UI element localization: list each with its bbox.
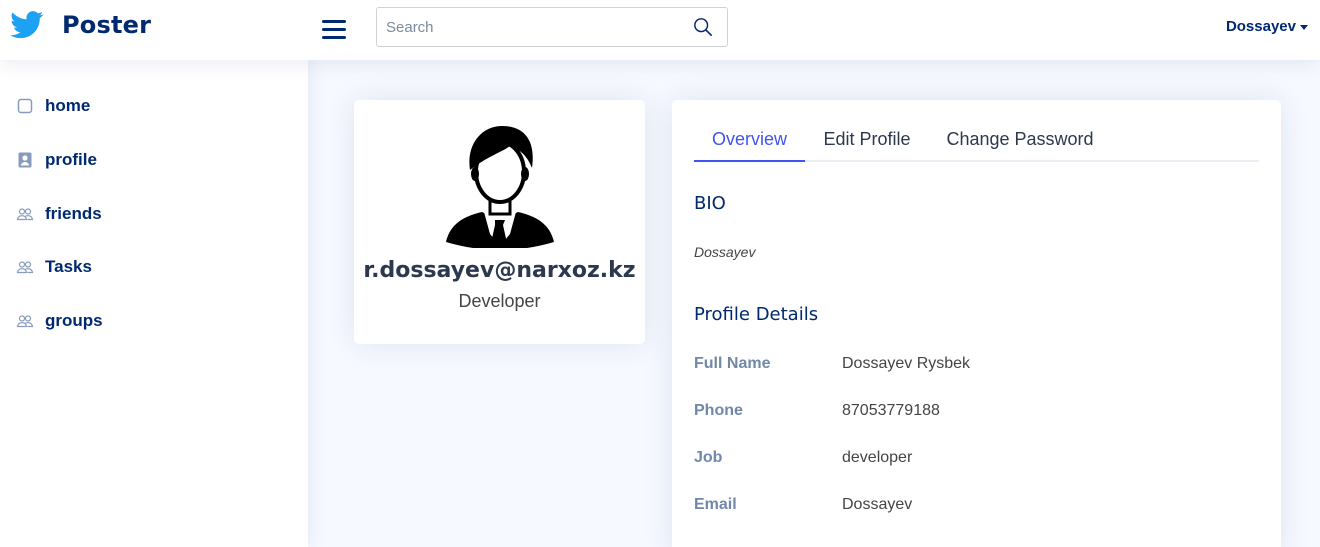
people-icon [16, 258, 34, 276]
search-icon[interactable] [693, 17, 715, 39]
search-input[interactable] [377, 8, 677, 46]
tab-edit-profile[interactable]: Edit Profile [812, 120, 922, 162]
tab-overview[interactable]: Overview [694, 120, 805, 162]
bio-title: BIO [694, 193, 726, 214]
full-name-value: Dossayev Rysbek [842, 355, 971, 372]
phone-label: Phone [694, 402, 743, 419]
email-label: Email [694, 496, 737, 513]
job-value: developer [842, 449, 913, 466]
sidebar-item-label: Tasks [45, 257, 92, 276]
sidebar-item-label: friends [45, 204, 102, 223]
person-badge-icon [16, 151, 34, 169]
sidebar-item-friends[interactable]: friends [16, 201, 102, 227]
user-name: Dossayev [1225, 18, 1296, 35]
profile-details-card: Overview Edit Profile Change Password BI… [672, 100, 1281, 547]
sidebar-item-tasks[interactable]: Tasks [16, 254, 92, 280]
user-avatar-icon [444, 124, 556, 250]
full-name-label: Full Name [694, 355, 771, 372]
top-header: Poster Dossayev [0, 0, 1320, 60]
job-label: Job [694, 449, 723, 466]
hamburger-menu-icon[interactable] [322, 14, 352, 44]
people-icon [16, 312, 34, 330]
email-value: Dossayev [842, 496, 913, 513]
people-icon [16, 205, 34, 223]
sidebar-item-label: profile [45, 150, 97, 169]
sidebar-item-label: groups [45, 311, 103, 330]
square-icon [16, 97, 34, 115]
bio-text: Dossayev [694, 244, 756, 260]
user-dropdown[interactable]: Dossayev [1226, 18, 1308, 35]
profile-tabs: Overview Edit Profile Change Password [694, 120, 1259, 162]
sidebar: home profile friends Tasks groups [0, 60, 308, 547]
sidebar-item-profile[interactable]: profile [16, 147, 97, 173]
sidebar-item-label: home [45, 96, 91, 115]
profile-job: Developer [458, 291, 541, 311]
profile-card: r.dossayev@narxoz.kz Developer [354, 100, 645, 344]
app-name: Poster [62, 11, 152, 39]
phone-value: 87053779188 [842, 402, 940, 419]
profile-email: r.dossayev@narxoz.kz [363, 258, 636, 283]
sidebar-item-home[interactable]: home [16, 93, 90, 119]
app-logo[interactable]: Poster [10, 11, 151, 39]
tab-change-password[interactable]: Change Password [938, 120, 1102, 162]
sidebar-item-groups[interactable]: groups [16, 308, 103, 334]
caret-down-icon [1300, 25, 1308, 30]
profile-details-title: Profile Details [694, 304, 819, 325]
search-bar [376, 7, 728, 47]
twitter-bird-icon [10, 11, 44, 39]
